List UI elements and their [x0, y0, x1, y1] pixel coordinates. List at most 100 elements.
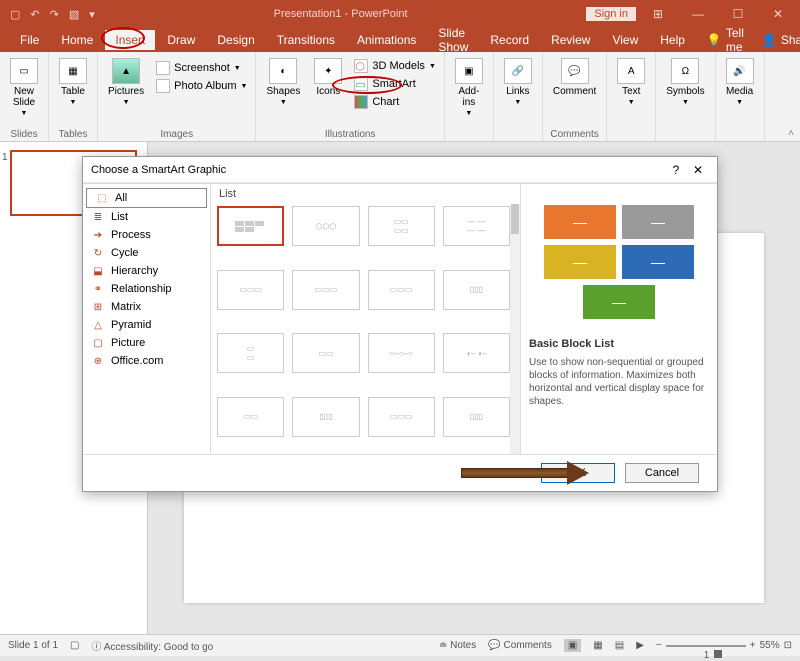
gallery-item[interactable]: ▭▭▭ [368, 270, 435, 310]
tab-help[interactable]: Help [650, 30, 695, 50]
view-sorter-icon[interactable]: ▦ [593, 640, 602, 651]
tab-home[interactable]: Home [51, 30, 103, 50]
gallery-item[interactable]: ▯▯▯ [443, 397, 510, 437]
gallery-item[interactable]: ◖– ◖– [443, 333, 510, 373]
preview-block: — [622, 205, 694, 239]
chevron-down-icon: ▼ [70, 99, 77, 106]
preview-title: Basic Block List [529, 338, 709, 350]
tab-review[interactable]: Review [541, 30, 600, 50]
links-icon: 🔗 [504, 58, 532, 84]
autosave-icon[interactable]: ▢ [10, 8, 20, 21]
ok-button[interactable]: OK [541, 463, 615, 483]
lightbulb-icon: 💡 [707, 33, 722, 47]
links-button[interactable]: 🔗Links▼ [500, 56, 536, 108]
screenshot-button[interactable]: Screenshot▼ [154, 60, 249, 76]
text-button[interactable]: AText▼ [613, 56, 649, 108]
table-button[interactable]: ▦Table▼ [55, 56, 91, 108]
shapes-icon: ◐ [269, 58, 297, 84]
zoom-level[interactable]: 55% [760, 640, 780, 651]
tab-record[interactable]: Record [480, 30, 539, 50]
icons-button[interactable]: ✦Icons [310, 56, 346, 99]
cancel-button[interactable]: Cancel [625, 463, 699, 483]
tab-file[interactable]: File [10, 30, 49, 50]
all-icon: ⬚ [95, 192, 109, 204]
minimize-icon[interactable]: — [680, 7, 716, 21]
tab-insert[interactable]: Insert [105, 30, 155, 50]
category-relationship[interactable]: ⚭Relationship [83, 280, 210, 298]
chevron-down-icon: ▼ [123, 99, 130, 106]
fit-to-window-icon[interactable]: ⊡ [784, 640, 792, 651]
category-cycle[interactable]: ↻Cycle [83, 244, 210, 262]
chart-button[interactable]: Chart [352, 94, 438, 110]
view-slideshow-icon[interactable]: ▶ [636, 640, 644, 651]
gallery-item[interactable]: ○–○–○ [368, 333, 435, 373]
gallery-item[interactable]: ▭▭▭ [368, 397, 435, 437]
category-pyramid[interactable]: △Pyramid [83, 316, 210, 334]
addins-icon: ▣ [455, 58, 483, 84]
picture-icon: ▢ [91, 337, 105, 349]
table-icon: ▦ [59, 58, 87, 84]
tab-transitions[interactable]: Transitions [267, 30, 345, 50]
hierarchy-icon: ⬓ [91, 265, 105, 277]
category-all[interactable]: ⬚All [86, 188, 207, 208]
3d-models-button[interactable]: ⬡3D Models▼ [352, 58, 438, 74]
gallery-scrollbar[interactable] [510, 204, 520, 454]
dialog-close-button[interactable]: ✕ [687, 163, 709, 177]
tab-design[interactable]: Design [207, 30, 264, 50]
close-icon[interactable]: ✕ [760, 7, 796, 21]
undo-icon[interactable]: ↶ [30, 8, 39, 21]
view-normal-icon[interactable]: ▣ [564, 639, 581, 652]
gallery-item-basic-block-list[interactable] [217, 206, 284, 246]
dialog-help-button[interactable]: ? [665, 163, 687, 177]
zoom-in-icon[interactable]: + [750, 640, 756, 651]
category-matrix[interactable]: ⊞Matrix [83, 298, 210, 316]
category-hierarchy[interactable]: ⬓Hierarchy [83, 262, 210, 280]
chevron-down-icon: ▼ [234, 65, 241, 72]
gallery-item[interactable]: ▯▯▯ [443, 270, 510, 310]
sign-in-button[interactable]: Sign in [586, 7, 636, 21]
category-list: ⬚All ≣List ➔Process ↻Cycle ⬓Hierarchy ⚭R… [83, 184, 211, 454]
cycle-icon: ↻ [91, 247, 105, 259]
category-picture[interactable]: ▢Picture [83, 334, 210, 352]
addins-button[interactable]: ▣Add- ins▼ [451, 56, 487, 119]
symbols-button[interactable]: ΩSymbols▼ [662, 56, 708, 108]
smartart-button[interactable]: ▭SmartArt [352, 76, 438, 92]
ribbon-options-icon[interactable]: ⊞ [640, 7, 676, 21]
category-list[interactable]: ≣List [83, 208, 210, 226]
maximize-icon[interactable]: ☐ [720, 7, 756, 21]
gallery-item[interactable]: ▭▭ [217, 397, 284, 437]
shapes-button[interactable]: ◐Shapes▼ [262, 56, 304, 108]
share-button[interactable]: 👤Share [754, 30, 800, 50]
gallery-item[interactable]: ▭▭▭▭ [368, 206, 435, 246]
comments-button[interactable]: 💬 Comments [488, 640, 552, 651]
new-slide-button[interactable]: ▭New Slide▼ [6, 56, 42, 119]
3d-models-icon: ⬡ [354, 59, 368, 73]
gallery-item[interactable]: ▭▭ [292, 333, 359, 373]
media-button[interactable]: 🔊Media▼ [722, 56, 758, 108]
status-accessibility[interactable]: ⓘ Accessibility: Good to go [92, 638, 214, 653]
comment-button[interactable]: 💬Comment [549, 56, 600, 99]
gallery-item[interactable]: ▭▭▭ [292, 270, 359, 310]
view-reading-icon[interactable]: ▤ [615, 640, 624, 651]
zoom-slider[interactable] [666, 645, 746, 647]
tab-draw[interactable]: Draw [157, 30, 205, 50]
collapse-ribbon-icon[interactable]: ˄ [788, 128, 794, 139]
photo-album-button[interactable]: Photo Album▼ [154, 78, 249, 94]
zoom-out-icon[interactable]: − [656, 640, 662, 651]
gallery-item[interactable]: ▭▭ [217, 333, 284, 373]
tab-animations[interactable]: Animations [347, 30, 426, 50]
category-process[interactable]: ➔Process [83, 226, 210, 244]
gallery-item[interactable]: ⬡⬡⬡ [292, 206, 359, 246]
gallery-item[interactable]: ▭▭▭ [217, 270, 284, 310]
gallery-item[interactable]: ▯▯▯ [292, 397, 359, 437]
start-from-beginning-icon[interactable]: ▧ [69, 8, 79, 21]
tab-view[interactable]: View [602, 30, 648, 50]
status-language[interactable]: ▢ [70, 640, 79, 651]
notes-button[interactable]: ≐ Notes [439, 640, 476, 651]
gallery-item[interactable]: — —— — [443, 206, 510, 246]
smartart-dialog: Choose a SmartArt Graphic ? ✕ ⬚All ≣List… [82, 156, 718, 492]
redo-icon[interactable]: ↷ [50, 8, 59, 21]
smartart-icon: ▭ [354, 77, 368, 91]
pictures-button[interactable]: ▲Pictures▼ [104, 56, 148, 108]
category-office[interactable]: ⊕Office.com [83, 352, 210, 370]
